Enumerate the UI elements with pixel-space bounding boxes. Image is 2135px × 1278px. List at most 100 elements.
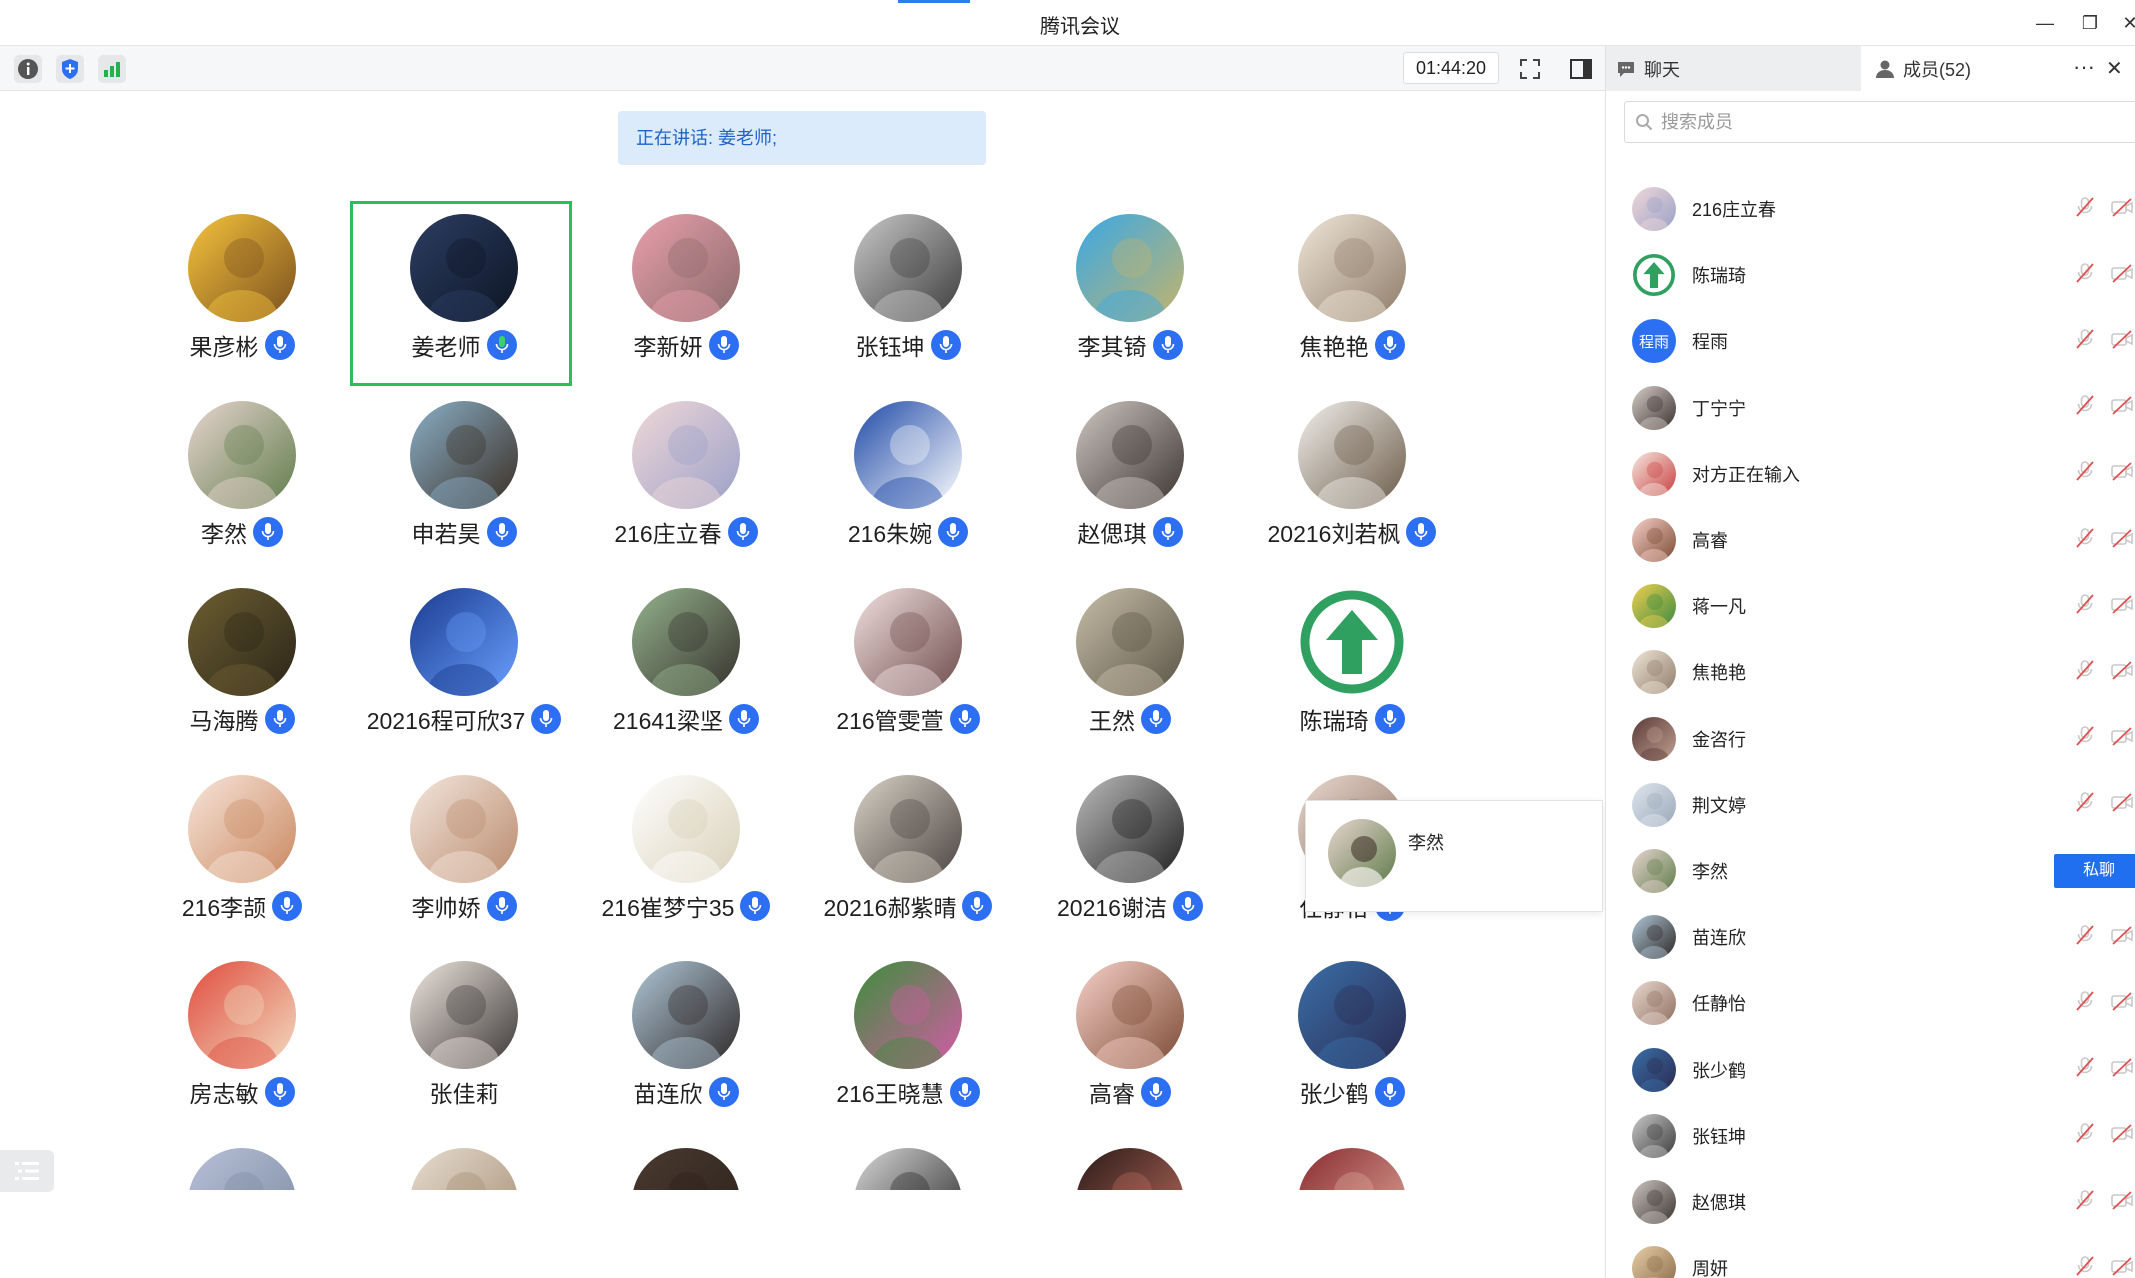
member-row[interactable]: 李然 私聊 [1606,838,2135,904]
participant-tile[interactable]: 20216郝紫晴 [797,765,1019,950]
member-row[interactable]: 216庄立春 [1606,176,2135,242]
participant-tile[interactable]: 20216刘若枫 [1241,391,1463,576]
muted-mic-icon[interactable] [2074,593,2096,620]
camera-off-icon[interactable] [2110,1056,2134,1083]
participant-tile[interactable]: 216崔梦宁35 [575,765,797,950]
participant-avatar [1076,214,1184,322]
member-row[interactable]: 程雨 程雨 [1606,308,2135,374]
member-row[interactable]: 周妍 [1606,1235,2135,1278]
participant-tile[interactable]: 216王晓慧 [797,951,1019,1136]
participant-tile[interactable]: 216管雯萱 [797,578,1019,763]
camera-off-icon[interactable] [2110,924,2134,951]
camera-off-icon[interactable] [2110,394,2134,421]
member-row[interactable]: 高睿 [1606,507,2135,573]
participant-tile[interactable]: 李新妍 [575,204,797,389]
participant-name: 李然 [201,521,247,547]
camera-off-icon[interactable] [2110,1122,2134,1149]
participant-tile[interactable]: 张佳莉 [353,951,575,1136]
camera-off-icon[interactable] [2110,990,2134,1017]
participant-tile[interactable]: 赵偲琪 [1019,391,1241,576]
participant-tile[interactable]: 马海腾 [131,578,353,763]
participant-tile[interactable]: 216李颉 [131,765,353,950]
camera-off-icon[interactable] [2110,593,2134,620]
hover-participant-card[interactable]: 李然 [1305,800,1603,912]
member-row[interactable]: 焦艳艳 [1606,639,2135,705]
close-window-icon[interactable]: ✕ [2115,8,2135,38]
muted-mic-icon[interactable] [2074,328,2096,355]
muted-mic-icon[interactable] [2074,1056,2096,1083]
participant-tile[interactable]: 房志敏 [131,951,353,1136]
microphone-icon [486,517,517,547]
member-row[interactable]: 陈瑞琦 [1606,242,2135,308]
camera-off-icon[interactable] [2110,328,2134,355]
muted-mic-icon[interactable] [2074,196,2096,223]
muted-mic-icon[interactable] [2074,262,2096,289]
participant-tile[interactable] [575,1138,797,1190]
microphone-icon [1141,704,1171,734]
participant-tile[interactable]: 216庄立春 [575,391,797,576]
private-chat-button[interactable]: 私聊 [2054,854,2135,888]
participant-tile[interactable]: 20216程可欣37 [353,578,575,763]
participant-tile[interactable]: 高睿 [1019,951,1241,1136]
muted-mic-icon[interactable] [2074,924,2096,951]
camera-off-icon[interactable] [2110,659,2134,686]
muted-mic-icon[interactable] [2074,1255,2096,1278]
camera-off-icon[interactable] [2110,1189,2134,1216]
minimize-icon[interactable]: — [2030,8,2060,38]
muted-mic-icon[interactable] [2074,1122,2096,1149]
participant-tile[interactable]: 张钰坤 [797,204,1019,389]
member-row[interactable]: 赵偲琪 [1606,1169,2135,1235]
more-options-icon[interactable]: ··· [2073,54,2095,80]
grid-bottom-mask [0,1190,1605,1278]
participant-tile[interactable]: 陈瑞琦 [1241,578,1463,763]
participant-tile[interactable] [131,1138,353,1190]
muted-mic-icon[interactable] [2074,990,2096,1017]
muted-mic-icon[interactable] [2074,460,2096,487]
member-avatar [1632,849,1676,893]
member-row[interactable]: 张少鹤 [1606,1037,2135,1103]
member-row[interactable]: 苗连欣 [1606,904,2135,970]
participant-tile[interactable] [1241,1138,1463,1190]
camera-off-icon[interactable] [2110,791,2134,818]
muted-mic-icon[interactable] [2074,394,2096,421]
member-row[interactable]: 荆文婷 [1606,772,2135,838]
participant-tile[interactable]: 苗连欣 [575,951,797,1136]
camera-off-icon[interactable] [2110,262,2134,289]
participant-tile[interactable]: 李其锜 [1019,204,1241,389]
camera-off-icon[interactable] [2110,527,2134,554]
participant-tile[interactable]: 姜老师 [350,201,572,386]
participant-tile[interactable]: 216朱婉 [797,391,1019,576]
participant-tile[interactable]: 申若昊 [353,391,575,576]
participant-tile[interactable] [353,1138,575,1190]
participant-tile[interactable]: 果彦彬 [131,204,353,389]
member-row[interactable]: 丁宁宁 [1606,375,2135,441]
camera-off-icon[interactable] [2110,1255,2134,1278]
member-row[interactable]: 对方正在输入 [1606,441,2135,507]
participant-tile[interactable]: 张少鹤 [1241,951,1463,1136]
camera-off-icon[interactable] [2110,196,2134,223]
participant-tile[interactable]: 王然 [1019,578,1241,763]
participant-tile[interactable]: 李然 [131,391,353,576]
tab-chat[interactable]: 聊天 [1606,46,1861,91]
muted-mic-icon[interactable] [2074,1189,2096,1216]
member-row[interactable]: 金咨行 [1606,706,2135,772]
participant-list-toggle-icon[interactable] [0,1150,54,1192]
member-row[interactable]: 蒋一凡 [1606,573,2135,639]
camera-off-icon[interactable] [2110,725,2134,752]
camera-off-icon[interactable] [2110,460,2134,487]
participant-tile[interactable]: 焦艳艳 [1241,204,1463,389]
muted-mic-icon[interactable] [2074,725,2096,752]
participant-tile[interactable] [1019,1138,1241,1190]
search-input[interactable] [1661,111,2061,133]
participant-tile[interactable] [797,1138,1019,1190]
member-row[interactable]: 任静怡 [1606,970,2135,1036]
participant-tile[interactable]: 21641梁坚 [575,578,797,763]
muted-mic-icon[interactable] [2074,659,2096,686]
participant-tile[interactable]: 李帅娇 [353,765,575,950]
member-row[interactable]: 张钰坤 [1606,1103,2135,1169]
participant-tile[interactable]: 20216谢洁 [1019,765,1241,950]
muted-mic-icon[interactable] [2074,791,2096,818]
close-panel-icon[interactable]: ✕ [2106,56,2123,81]
muted-mic-icon[interactable] [2074,527,2096,554]
restore-icon[interactable]: ❐ [2075,8,2105,38]
